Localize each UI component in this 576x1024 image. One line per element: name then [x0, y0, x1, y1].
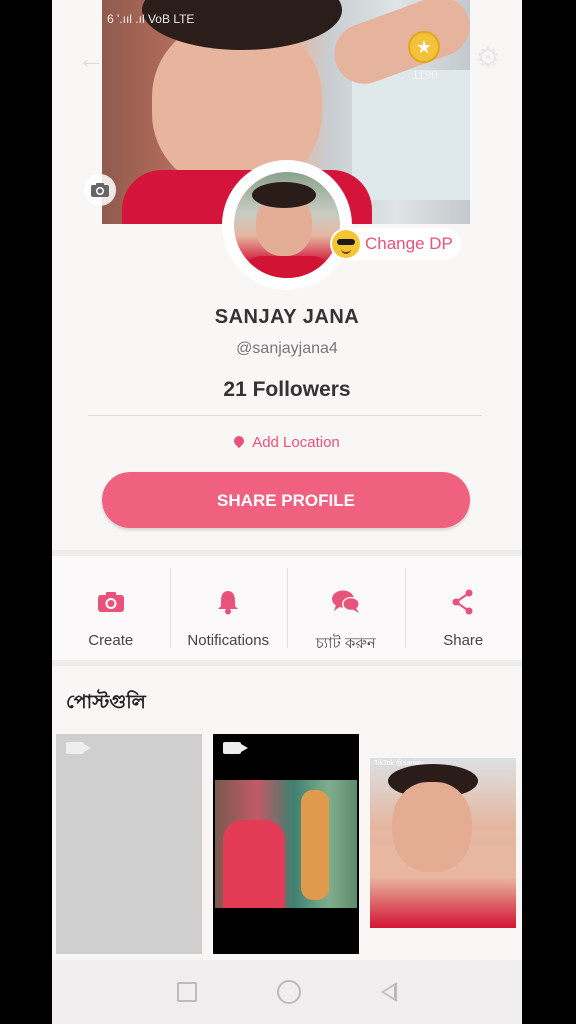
nav-back-icon[interactable] [381, 982, 397, 1002]
change-dp-label: Change DP [365, 234, 453, 253]
chat-label: চ্যাট করুন [315, 635, 376, 652]
system-nav-bar [52, 960, 522, 1024]
create-button[interactable]: Create [52, 556, 170, 660]
post-thumbnail[interactable] [56, 734, 202, 954]
notifications-label: Notifications [187, 632, 270, 649]
back-arrow-icon[interactable]: ← [76, 44, 106, 74]
share-label: Share [443, 632, 484, 649]
change-cover-button[interactable] [84, 174, 116, 206]
post-thumbnail[interactable]: TikTok @sanjay... [370, 758, 516, 928]
coin-count: 1190 [412, 68, 438, 82]
video-icon [66, 742, 91, 754]
notifications-button[interactable]: Notifications [169, 556, 288, 660]
action-bar: Create Notifications চ্যাট করুন Share [52, 556, 522, 660]
home-icon[interactable] [277, 980, 301, 1004]
change-dp-button[interactable]: Change DP [330, 228, 461, 260]
avatar[interactable] [222, 160, 352, 290]
profile-screen: 6 '.ııl .ıl VoB LTE ← ★ 1190 ⚙ Change DP… [52, 0, 522, 1024]
divider [88, 415, 482, 416]
add-location-label: Add Location [252, 434, 340, 451]
section-divider [52, 660, 522, 666]
profile-name: SANJAY JANA [214, 306, 360, 328]
create-label: Create [88, 632, 134, 649]
profile-handle: @sanjayjana4 [236, 340, 338, 357]
camera-icon [97, 592, 124, 612]
followers-count[interactable]: 21 Followers [52, 378, 522, 402]
status-bar: 6 '.ııl .ıl VoB LTE [107, 12, 195, 26]
share-profile-button[interactable]: SHARE PROFILE [102, 472, 470, 528]
location-pin-icon [232, 433, 247, 449]
add-location-link[interactable]: Add Location [52, 433, 522, 451]
share-icon [452, 589, 473, 615]
chat-button[interactable]: চ্যাট করুন [287, 556, 405, 660]
post-thumbnail[interactable] [213, 734, 359, 954]
posts-heading: পোস্টগুলি [66, 692, 146, 713]
recent-apps-icon[interactable] [177, 982, 197, 1002]
bell-icon [218, 591, 239, 615]
coin-icon[interactable]: ★ [408, 31, 440, 63]
share-button[interactable]: Share [404, 556, 523, 660]
chat-icon [331, 590, 360, 613]
gear-icon[interactable]: ⚙ [472, 42, 504, 74]
sunglasses-emoji-icon [332, 230, 360, 258]
camera-icon [91, 183, 109, 197]
video-icon [223, 742, 248, 754]
